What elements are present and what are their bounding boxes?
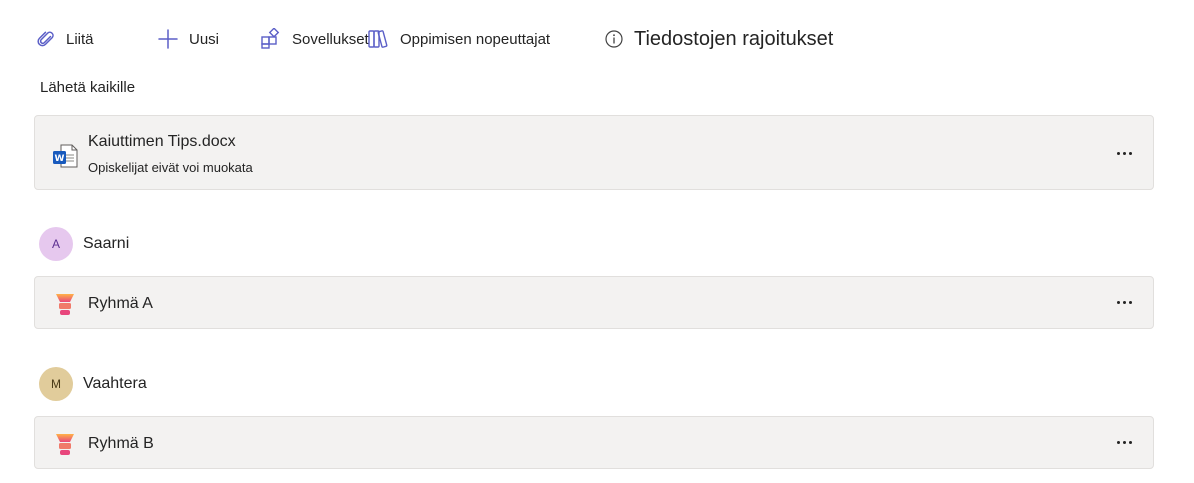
word-doc-icon: W: [53, 144, 78, 168]
paperclip-icon: [37, 31, 54, 47]
more-options-button[interactable]: [1109, 430, 1139, 454]
group-name[interactable]: Ryhmä A: [88, 295, 153, 313]
student-name: Vaahtera: [83, 375, 147, 392]
books-icon: [368, 30, 388, 48]
new-button[interactable]: Uusi: [157, 24, 219, 54]
group-card[interactable]: Ryhmä B: [34, 416, 1154, 469]
send-to-all-label: Lähetä kaikille: [40, 79, 136, 96]
attach-label: Liitä: [66, 30, 94, 48]
more-dot: [1122, 151, 1126, 155]
learning-accelerators-label: Oppimisen nopeuttajat: [400, 30, 551, 48]
more-dot: [1128, 440, 1132, 444]
group-name[interactable]: Ryhmä B: [88, 435, 154, 453]
avatar: M: [39, 367, 73, 401]
avatar: A: [39, 227, 73, 261]
more-options-button[interactable]: [1109, 290, 1139, 314]
more-dot: [1122, 300, 1126, 304]
more-dot: [1122, 440, 1126, 444]
group-icon: [56, 434, 74, 455]
student-row: A Saarni: [39, 227, 130, 261]
apps-button[interactable]: Sovellukset: [260, 24, 369, 54]
more-dot: [1128, 300, 1132, 304]
file-name[interactable]: Kaiuttimen Tips.docx: [88, 133, 236, 151]
file-limits-label: Tiedostojen rajoitukset: [634, 27, 834, 50]
more-dot: [1116, 151, 1120, 155]
info-icon: [605, 30, 623, 48]
toolbar: Liitä Uusi Sovellukset Oppimisen nopeutt…: [0, 0, 1194, 76]
more-dot: [1128, 151, 1132, 155]
attach-button[interactable]: Liitä: [36, 24, 94, 54]
more-options-button[interactable]: [1109, 141, 1139, 165]
svg-text:W: W: [55, 154, 65, 164]
more-dot: [1116, 300, 1120, 304]
apps-label: Sovellukset: [292, 30, 369, 48]
file-permission-text: Opiskelijat eivät voi muokata: [88, 160, 253, 175]
group-card[interactable]: Ryhmä A: [34, 276, 1154, 329]
new-label: Uusi: [189, 30, 220, 48]
student-row: M Vaahtera: [39, 367, 147, 401]
file-limits-button[interactable]: Tiedostojen rajoitukset: [604, 24, 833, 54]
file-card[interactable]: W Kaiuttimen Tips.docx Opiskelijat eivät…: [34, 115, 1154, 190]
student-name: Saarni: [83, 235, 130, 252]
apps-icon: [261, 28, 280, 49]
learning-accelerators-button[interactable]: Oppimisen nopeuttajat: [366, 24, 550, 54]
plus-icon: [158, 29, 178, 49]
more-dot: [1116, 440, 1120, 444]
group-icon: [56, 294, 74, 315]
